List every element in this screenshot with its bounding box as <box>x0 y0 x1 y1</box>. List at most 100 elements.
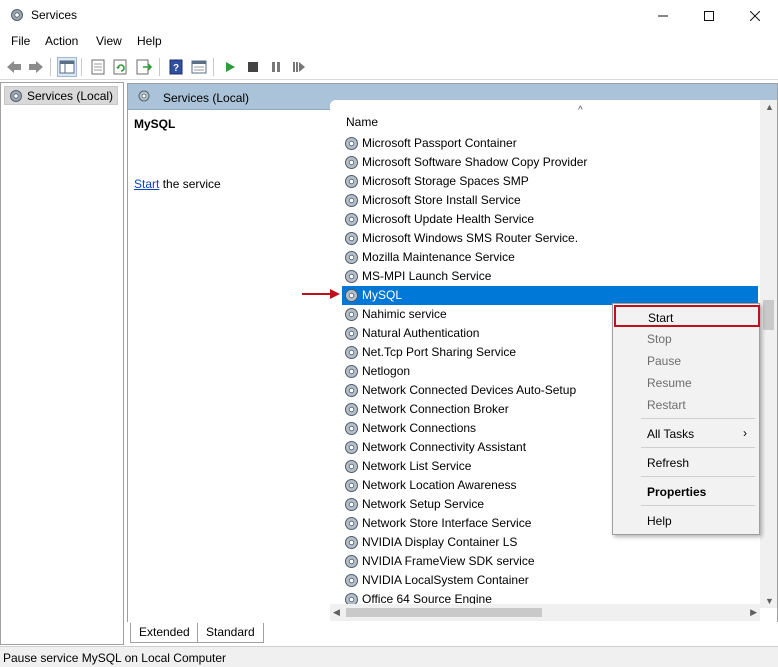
context-all-tasks[interactable]: All Tasks › <box>615 423 757 445</box>
service-gear-icon <box>345 270 358 283</box>
stop-icon <box>248 62 258 72</box>
service-row[interactable]: NVIDIA LocalSystem Container <box>342 571 758 590</box>
back-button[interactable] <box>4 57 24 77</box>
window-title: Services <box>31 8 78 22</box>
context-start[interactable]: Start <box>614 305 760 327</box>
column-header-name[interactable]: Name ^ <box>330 100 777 129</box>
context-separator <box>641 476 755 477</box>
service-name: NVIDIA LocalSystem Container <box>362 573 529 587</box>
menu-action[interactable]: Action <box>45 34 78 48</box>
scroll-up-icon[interactable]: ▲ <box>765 102 774 112</box>
console-tree: Services (Local) <box>0 82 124 645</box>
scroll-down-icon[interactable]: ▼ <box>765 596 774 606</box>
service-name: Network Connectivity Assistant <box>362 440 527 454</box>
service-name: Netlogon <box>362 364 411 378</box>
export-list-button[interactable] <box>134 57 154 77</box>
service-gear-icon <box>345 536 358 549</box>
context-resume: Resume <box>615 372 757 394</box>
stop-service-button[interactable] <box>243 57 263 77</box>
context-stop-label: Stop <box>647 332 672 346</box>
context-separator <box>641 505 755 506</box>
context-separator <box>641 447 755 448</box>
refresh-toolbar-button[interactable] <box>111 57 131 77</box>
minimize-button[interactable] <box>640 0 686 31</box>
pause-service-button[interactable] <box>266 57 286 77</box>
service-name: Microsoft Update Health Service <box>362 212 535 226</box>
close-button[interactable] <box>732 0 778 31</box>
show-console-tree-button[interactable] <box>57 57 77 77</box>
forward-arrow-icon <box>29 61 43 73</box>
service-row[interactable]: Microsoft Passport Container <box>342 134 758 153</box>
view-tabs: Extended Standard <box>127 622 778 645</box>
service-gear-icon <box>345 175 358 188</box>
service-name: Net.Tcp Port Sharing Service <box>362 345 517 359</box>
service-name: Microsoft Storage Spaces SMP <box>362 174 529 188</box>
service-row[interactable]: Microsoft Software Shadow Copy Provider <box>342 153 758 172</box>
service-gear-icon <box>345 555 358 568</box>
forward-button[interactable] <box>26 57 46 77</box>
context-help[interactable]: Help <box>615 510 757 532</box>
properties-toolbar-button[interactable] <box>88 57 108 77</box>
tree-item-services-local[interactable]: Services (Local) <box>4 86 119 105</box>
tab-extended[interactable]: Extended <box>130 623 199 643</box>
resume-service-button[interactable] <box>289 57 309 77</box>
service-row[interactable]: Microsoft Storage Spaces SMP <box>342 172 758 191</box>
scroll-right-icon[interactable]: ▶ <box>750 607 757 618</box>
menu-view[interactable]: View <box>96 34 122 48</box>
pane-header-title: Services (Local) <box>163 91 250 105</box>
service-gear-icon <box>345 384 358 397</box>
services-gear-icon <box>11 9 23 21</box>
service-row[interactable]: Microsoft Windows SMS Router Service. <box>342 229 758 248</box>
service-row[interactable]: Microsoft Store Install Service <box>342 191 758 210</box>
service-name: Microsoft Passport Container <box>362 136 517 150</box>
play-icon <box>226 62 235 72</box>
context-refresh[interactable]: Refresh <box>615 452 757 474</box>
context-stop: Stop <box>615 328 757 350</box>
scroll-left-icon[interactable]: ◀ <box>333 607 340 618</box>
service-row[interactable]: Microsoft Update Health Service <box>342 210 758 229</box>
annotation-arrow-icon <box>302 289 340 299</box>
service-row[interactable]: NVIDIA Display Container LS <box>342 533 758 552</box>
context-restart: Restart <box>615 394 757 416</box>
service-gear-icon <box>345 479 358 492</box>
horizontal-scrollbar[interactable]: ◀ ▶ <box>330 604 760 621</box>
vertical-scroll-thumb[interactable] <box>763 300 774 330</box>
service-name: Natural Authentication <box>362 326 480 340</box>
start-service-button[interactable] <box>220 57 240 77</box>
service-row[interactable]: Mozilla Maintenance Service <box>342 248 758 267</box>
maximize-button[interactable] <box>686 0 732 31</box>
chevron-right-icon: › <box>743 426 747 440</box>
tab-standard[interactable]: Standard <box>197 623 264 643</box>
context-refresh-label: Refresh <box>647 456 690 470</box>
minimize-icon <box>658 15 668 16</box>
service-name: NVIDIA Display Container LS <box>362 535 518 549</box>
title-bar: Services <box>0 0 778 32</box>
service-gear-icon <box>345 517 358 530</box>
start-service-link[interactable]: Start <box>134 177 159 191</box>
help-book-icon: ? <box>169 59 183 75</box>
service-gear-icon <box>345 194 358 207</box>
service-name: Network Location Awareness <box>362 478 517 492</box>
back-arrow-icon <box>7 61 21 73</box>
service-row[interactable]: MS-MPI Launch Service <box>342 267 758 286</box>
service-name: Network Setup Service <box>362 497 485 511</box>
refresh-icon <box>113 59 127 75</box>
horizontal-scroll-thumb[interactable] <box>346 608 542 617</box>
menu-help[interactable]: Help <box>137 34 162 48</box>
console-tree-icon <box>59 60 75 74</box>
menu-file[interactable]: File <box>11 34 30 48</box>
service-name: Mozilla Maintenance Service <box>362 250 515 264</box>
context-start-label: Start <box>648 311 674 325</box>
context-properties[interactable]: Properties <box>615 481 757 503</box>
service-gear-icon <box>345 441 358 454</box>
vertical-scrollbar[interactable]: ▲ ▼ <box>760 100 777 608</box>
pause-icon <box>272 62 280 72</box>
help-toolbar-button[interactable]: ? <box>166 57 186 77</box>
service-name: Microsoft Store Install Service <box>362 193 521 207</box>
svg-text:?: ? <box>173 63 179 74</box>
view-toolbar-button[interactable] <box>189 57 209 77</box>
context-properties-label: Properties <box>647 485 707 499</box>
service-description: MySQL Start the service <box>128 111 330 645</box>
service-row[interactable]: NVIDIA FrameView SDK service <box>342 552 758 571</box>
service-name: MySQL <box>362 288 403 302</box>
